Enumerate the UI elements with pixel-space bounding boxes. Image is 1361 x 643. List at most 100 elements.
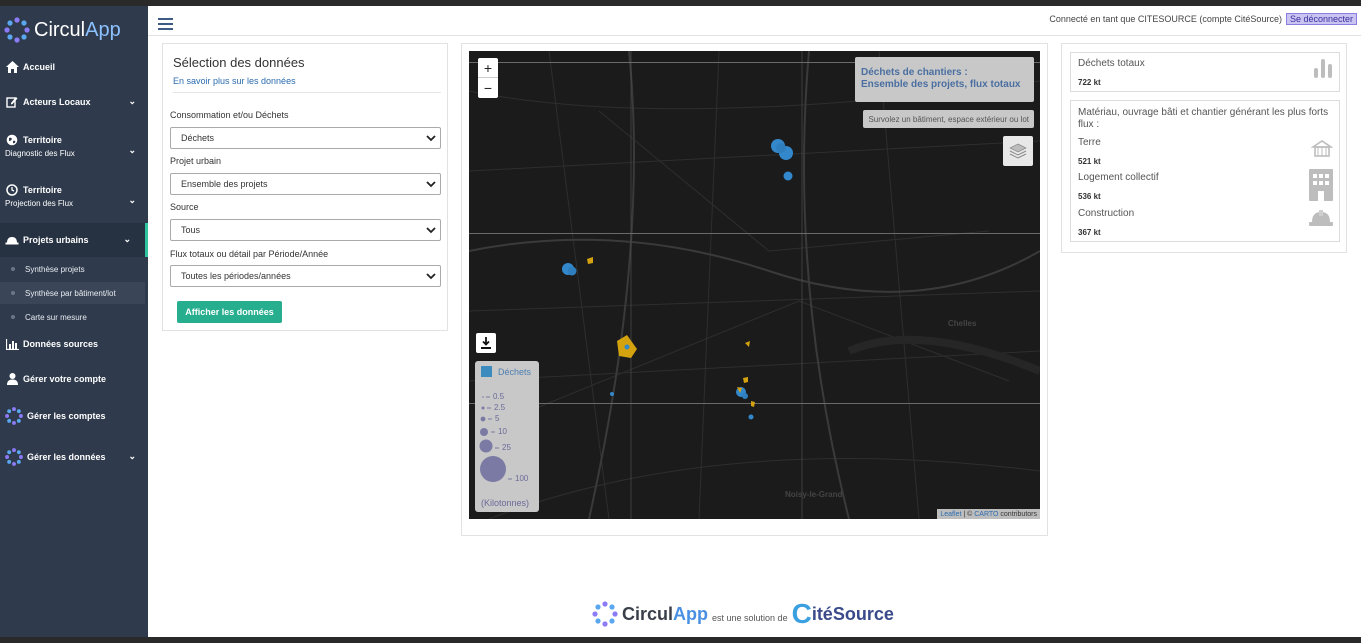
- carto-link[interactable]: CARTO: [974, 511, 998, 518]
- zoom-control: + −: [478, 58, 498, 98]
- download-button[interactable]: [476, 333, 496, 353]
- chevron-down-icon: ⌄: [128, 96, 136, 106]
- sidebar-subitem-carte-sur-mesure[interactable]: Carte sur mesure: [0, 306, 145, 328]
- place-label: Noisy-le-Grand: [785, 490, 843, 499]
- leaflet-link[interactable]: Leaflet: [940, 511, 961, 518]
- chevron-down-icon: ⌄: [123, 234, 131, 244]
- stats-panel: Déchets totaux 722 kt Matériau, ouvrage …: [1061, 43, 1347, 253]
- map-canvas[interactable]: Chelles Noisy-le-Grand + − Déchets de ch…: [469, 51, 1040, 519]
- project-area: [743, 377, 748, 383]
- circulapp-icon: [5, 448, 23, 466]
- citesource-logo-c: C: [791, 598, 812, 629]
- map-attribution: Leaflet | © CARTO contributors: [937, 509, 1040, 519]
- globe-icon: [5, 133, 19, 147]
- select-type[interactable]: Déchets: [170, 127, 441, 149]
- panel-title: Sélection des données: [173, 55, 305, 70]
- layers-button[interactable]: [1003, 136, 1033, 166]
- top-item-label: Terre: [1078, 137, 1101, 148]
- select-source[interactable]: Tous: [170, 219, 441, 241]
- bullet: [11, 267, 15, 271]
- sidebar-item-label: Projets urbains: [23, 235, 89, 245]
- connected-as-text: Connecté en tant que CITESOURCE (compte …: [1049, 14, 1282, 24]
- top-item-value: 521 kt: [1078, 157, 1101, 166]
- sidebar: CirculApp Accueil Acteurs Locaux ⌄ Terri…: [0, 6, 148, 637]
- map-info-title: Déchets de chantiers : Ensemble des proj…: [855, 57, 1034, 102]
- learn-more-link[interactable]: En savoir plus sur les données: [173, 76, 296, 86]
- zoom-in-button[interactable]: +: [478, 58, 498, 78]
- sidebar-item-territoire-diagnostic[interactable]: Territoire Diagnostic des Flux ⌄: [0, 131, 148, 158]
- sidebar-item-gerer-les-comptes[interactable]: Gérer les comptes: [0, 406, 148, 426]
- top-contributors-card: Matériau, ouvrage bâti et chantier génér…: [1070, 100, 1340, 242]
- legend-size-scale: [479, 396, 512, 482]
- attribution-text: contributors: [998, 510, 1037, 518]
- legend-circle: [480, 416, 486, 422]
- field-label-period: Flux totaux ou détail par Période/Année: [170, 249, 329, 259]
- app-name: CirculApp: [34, 18, 121, 41]
- legend-size-label: 25: [502, 443, 511, 452]
- building-icon: [1309, 169, 1333, 201]
- project-area: [587, 257, 593, 264]
- sidebar-subitem-synthese-projets[interactable]: Synthèse projets: [0, 258, 145, 280]
- select-period[interactable]: Toutes les périodes/années: [170, 265, 441, 287]
- total-waste-card: Déchets totaux 722 kt: [1070, 52, 1340, 92]
- sidebar-subitem-label: Carte sur mesure: [25, 312, 87, 322]
- sidebar-item-label: Territoire: [23, 185, 62, 195]
- window-bottom-strip: [0, 637, 1361, 643]
- chevron-down-icon: [426, 273, 436, 280]
- sidebar-item-sublabel: Projection des Flux: [5, 199, 74, 208]
- chevron-down-icon: [426, 181, 436, 188]
- project-area: [751, 401, 755, 407]
- legend-header: Déchets: [481, 366, 531, 377]
- map-hover-hint: Survolez un bâtiment, espace extérieur o…: [863, 110, 1034, 128]
- sidebar-subitem-label: Synthèse par bâtiment/lot: [25, 288, 116, 298]
- waste-marker: [748, 414, 754, 420]
- project-area: [745, 341, 750, 347]
- field-label-source: Source: [170, 202, 199, 212]
- menu-toggle-icon[interactable]: [158, 18, 173, 30]
- waste-marker: [783, 171, 793, 181]
- chevron-down-icon: ⌄: [128, 145, 136, 155]
- top-item-value: 536 kt: [1078, 192, 1101, 201]
- map-legend: Déchets 0.5 2.5 5 10 25 100 (Kilotonnes): [475, 361, 539, 512]
- earth-icon: [1311, 140, 1333, 157]
- logout-button[interactable]: Se déconnecter: [1285, 13, 1357, 25]
- legend-circle: [479, 439, 493, 453]
- sidebar-item-accueil[interactable]: Accueil: [0, 58, 148, 76]
- select-project[interactable]: Ensemble des projets: [170, 173, 441, 195]
- footer-brand: CirculApp: [622, 603, 709, 624]
- waste-marker: [742, 393, 748, 399]
- download-icon: [481, 337, 491, 349]
- circulapp-logo-icon: [592, 601, 618, 627]
- bar-chart-icon: [5, 337, 19, 351]
- sidebar-item-projets-urbains[interactable]: Projets urbains ⌄: [0, 223, 148, 257]
- zoom-out-button[interactable]: −: [478, 78, 498, 98]
- sidebar-item-donnees-sources[interactable]: Données sources: [0, 335, 148, 353]
- map-title-line: Déchets de chantiers :: [861, 67, 968, 78]
- sidebar-item-acteurs-locaux[interactable]: Acteurs Locaux ⌄: [0, 93, 148, 111]
- sidebar-item-label: Acteurs Locaux: [23, 97, 91, 107]
- bar-chart-icon: [1314, 59, 1332, 78]
- hardhat-icon: [5, 233, 19, 247]
- select-value: Toutes les périodes/années: [181, 271, 291, 281]
- sidebar-subitem-synthese-batiment[interactable]: Synthèse par bâtiment/lot: [0, 282, 145, 304]
- sidebar-item-gerer-votre-compte[interactable]: Gérer votre compte: [0, 370, 148, 388]
- circulapp-icon: [5, 407, 23, 425]
- sidebar-item-label: Données sources: [23, 339, 99, 349]
- top-item-value: 367 kt: [1078, 228, 1101, 237]
- sidebar-item-territoire-projection[interactable]: Territoire Projection des Flux ⌄: [0, 181, 148, 208]
- footer-branding: CirculApp est une solution de CitéSource: [592, 598, 894, 630]
- waste-marker: [776, 143, 786, 153]
- user-icon: [5, 372, 19, 386]
- total-waste-value: 722 kt: [1078, 78, 1101, 87]
- legend-circle: [481, 406, 485, 410]
- place-label: Chelles: [948, 319, 977, 328]
- app-logo[interactable]: CirculApp: [4, 12, 121, 48]
- legend-circle: [480, 428, 488, 436]
- legend-size-label: 5: [495, 414, 500, 423]
- edit-icon: [5, 95, 19, 109]
- sidebar-item-gerer-les-donnees[interactable]: Gérer les données ⌄: [0, 447, 148, 467]
- sidebar-item-sublabel: Diagnostic des Flux: [5, 149, 75, 158]
- hardhat-icon: [1309, 210, 1333, 226]
- map-title-line: Ensemble des projets, flux totaux: [861, 79, 1021, 90]
- show-data-button[interactable]: Afficher les données: [177, 301, 282, 323]
